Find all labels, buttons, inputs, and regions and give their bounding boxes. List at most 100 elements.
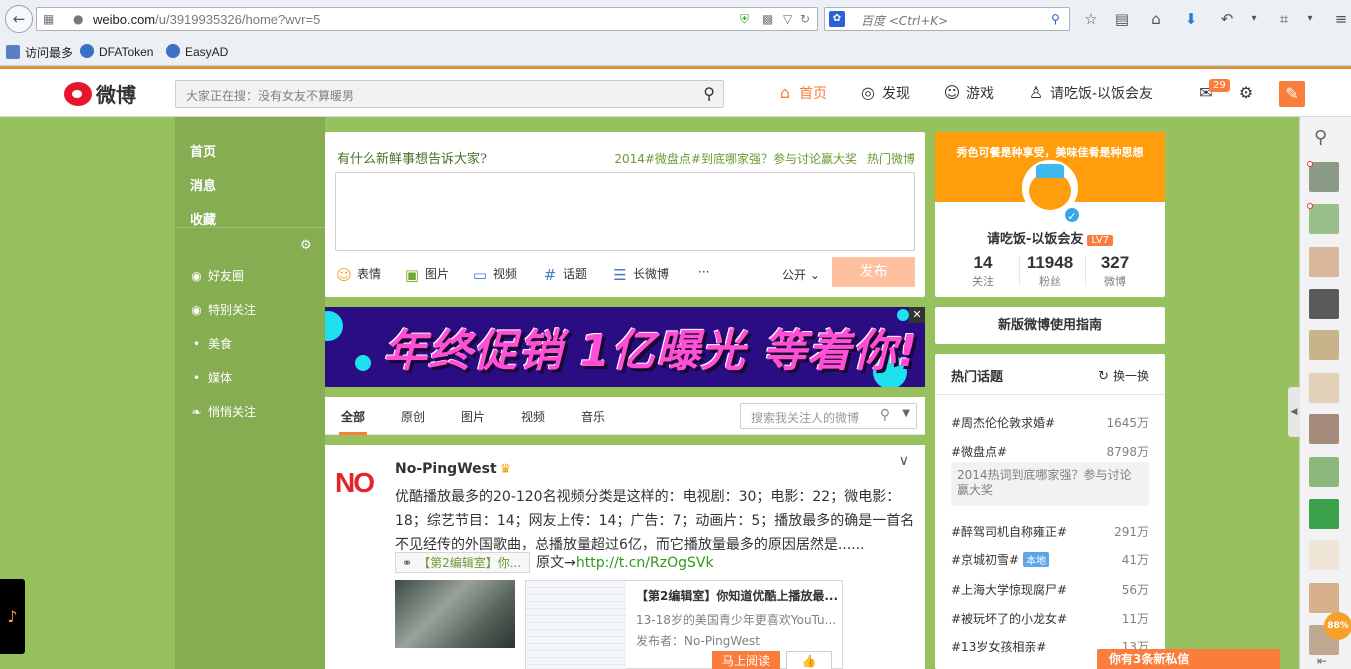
bookmark-star-icon[interactable]: ☆ [1081, 9, 1101, 29]
refresh-button[interactable]: ↻ 换一换 [1098, 367, 1149, 384]
avatar[interactable] [1309, 414, 1339, 444]
tab-music[interactable]: 音乐 [581, 408, 605, 425]
topic-link[interactable]: 2014#微盘点#到底哪家强？参与讨论赢大奖 [614, 152, 857, 166]
thumbs-up-icon[interactable]: 👍 [786, 651, 832, 669]
sidebar-item-home[interactable]: 首页 [190, 141, 216, 160]
menu-icon[interactable]: ≡ [1331, 9, 1351, 29]
hot-topic-item[interactable]: #微盘点# 8798万 [951, 443, 1149, 460]
sidebar-item-special-follow[interactable]: ◉ 特别关注 [190, 301, 256, 318]
tab-original[interactable]: 原创 [401, 408, 425, 425]
visibility-select[interactable]: 公开 ⌄ [782, 266, 820, 283]
group-settings-icon[interactable]: ⚙ [300, 238, 312, 253]
ad-banner[interactable]: 年终促销 1亿曝光 等着你! ✕ [325, 307, 925, 387]
post-avatar[interactable]: NO [335, 467, 385, 498]
hash-icon: # [543, 266, 557, 284]
long-post-button[interactable]: ☰ 长微博 [611, 265, 669, 284]
composer-textarea[interactable] [335, 172, 915, 251]
more-tools-button[interactable]: ··· [698, 265, 709, 279]
image-button[interactable]: ▣ 图片 [403, 265, 449, 284]
collapse-arrow-icon[interactable]: ◀ [1288, 387, 1300, 437]
nav-home[interactable]: ⌂ 首页 [775, 83, 827, 103]
collapse-icon[interactable]: ⇤ [1317, 654, 1327, 668]
caret-down-icon[interactable]: ▼ [902, 408, 910, 419]
chevron-down-icon[interactable]: ∨ [899, 453, 909, 469]
share-card[interactable]: 【第2编辑室】你知道优酷上播放最... 13-18岁的美国青少年更喜欢YouTu… [525, 580, 843, 669]
avatar[interactable] [1309, 247, 1339, 277]
usage-guide-link[interactable]: 新版微博使用指南 [935, 307, 1165, 344]
hot-topic-item[interactable]: #上海大学惊现腐尸# 56万 [951, 581, 1149, 598]
avatar[interactable] [1309, 330, 1339, 360]
close-icon[interactable]: ✕ [909, 307, 925, 323]
search-icon[interactable]: ⚲ [703, 84, 715, 103]
speed-badge[interactable]: 88% [1324, 612, 1351, 640]
reading-list-icon[interactable]: ▤ [1112, 9, 1132, 29]
sidebar-item-messages[interactable]: 消息 [190, 175, 216, 194]
avatar[interactable] [1309, 583, 1339, 613]
hot-weibo-link[interactable]: 热门微博 [867, 152, 915, 166]
bookmark-easyad[interactable]: EasyAD [166, 44, 228, 59]
sidebar-item-media[interactable]: • 媒体 [190, 369, 232, 386]
back-button[interactable]: ← [5, 5, 33, 33]
search-icon[interactable]: ⚲ [1051, 12, 1060, 26]
post-image[interactable] [395, 580, 515, 648]
private-message-bar[interactable]: 你有3条新私信 [1097, 649, 1280, 669]
search-icon[interactable]: ⚲ [880, 407, 890, 423]
topic-button[interactable]: # 话题 [541, 265, 587, 284]
feed-search-input[interactable]: 搜索我关注人的微博 ⚲ ▼ [740, 403, 917, 429]
tab-all[interactable]: 全部 [341, 408, 365, 425]
qr-code-icon[interactable]: ▩ [762, 12, 773, 26]
stat-following[interactable]: 14 关注 [945, 253, 1021, 289]
nav-profile[interactable]: ♙ 请吃饭-以饭会友 [1026, 83, 1153, 103]
nav-games[interactable]: ☺ 游戏 [942, 83, 994, 103]
reload-icon[interactable]: ↻ [800, 12, 810, 26]
music-note-icon[interactable]: ♪ [0, 579, 25, 654]
avatar[interactable] [1309, 457, 1339, 487]
hot-topic-item[interactable]: #周杰伦伦敦求婚# 1645万 [951, 414, 1149, 431]
address-bar[interactable]: ▦ ● weibo.com/u/3919935326/home?wvr=5 ⛨ … [36, 7, 818, 31]
avatar[interactable] [1309, 204, 1339, 234]
site-info-icon[interactable]: ▦ [43, 12, 54, 26]
sidebar-item-secret-follow[interactable]: ❧ 悄悄关注 [190, 403, 256, 420]
nav-discover[interactable]: ◎ 发现 [858, 83, 910, 103]
profile-name[interactable]: 请吃饭-以饭会友 LV7 [935, 228, 1165, 247]
undo-menu-icon[interactable]: ▾ [1244, 9, 1264, 29]
sidebar-item-food[interactable]: • 美食 [190, 335, 232, 352]
bookmark-most-visited[interactable]: 访问最多 [6, 44, 73, 61]
compose-button[interactable]: ✎ [1279, 81, 1305, 107]
crop-menu-icon[interactable]: ▾ [1300, 9, 1320, 29]
read-now-button[interactable]: 马上阅读 [712, 651, 780, 669]
shield-icon[interactable]: ⛨ [740, 12, 749, 27]
bookmark-dfatoken[interactable]: DFAToken [80, 44, 153, 59]
chat-rail: ◀ ⚲ 88% ⇤ [1288, 117, 1351, 669]
hot-topic-item[interactable]: #醉驾司机自称雍正# 291万 [951, 523, 1149, 540]
emoji-button[interactable]: ☺ 表情 [335, 265, 381, 284]
tab-videos[interactable]: 视频 [521, 408, 545, 425]
tab-images[interactable]: 图片 [461, 408, 485, 425]
undo-icon[interactable]: ↶ [1217, 9, 1237, 29]
avatar[interactable] [1309, 540, 1339, 570]
avatar[interactable] [1309, 373, 1339, 403]
video-button[interactable]: ▭ 视频 [471, 265, 517, 284]
browser-search-bar[interactable]: ✿ 百度 <Ctrl+K> ⚲ [824, 7, 1070, 31]
crop-icon[interactable]: ⌗ [1274, 9, 1294, 29]
sidebar-item-friends[interactable]: ◉ 好友圈 [190, 267, 244, 284]
hot-topic-item[interactable]: #京城初雪# 本地 41万 [951, 551, 1149, 568]
search-icon[interactable]: ⚲ [1314, 127, 1327, 148]
post-url[interactable]: http://t.cn/RzOgSVk [576, 555, 714, 571]
weibo-logo[interactable]: 微博 [64, 79, 136, 107]
download-icon[interactable]: ⬇ [1181, 9, 1201, 29]
stat-posts[interactable]: 327 微博 [1077, 253, 1153, 289]
weibo-search-input[interactable]: 大家正在搜：没有女友不算暖男 ⚲ [175, 80, 724, 108]
link-card[interactable]: ⚭ 【第2编辑室】你... [395, 552, 531, 573]
avatar[interactable] [1309, 289, 1339, 319]
publish-button[interactable]: 发布 [832, 257, 915, 287]
home-icon[interactable]: ⌂ [1146, 9, 1166, 29]
sidebar-item-favorites[interactable]: 收藏 [190, 209, 216, 228]
post-author[interactable]: No-PingWest ♛ [395, 461, 511, 477]
dropdown-icon[interactable]: ▽ [783, 12, 792, 26]
hot-topic-item[interactable]: #被玩坏了的小龙女# 11万 [951, 610, 1149, 627]
avatar[interactable] [1309, 162, 1339, 192]
avatar[interactable] [1309, 499, 1339, 529]
settings-button[interactable]: ⚙ [1236, 83, 1260, 102]
baidu-icon[interactable]: ✿ [829, 11, 845, 27]
